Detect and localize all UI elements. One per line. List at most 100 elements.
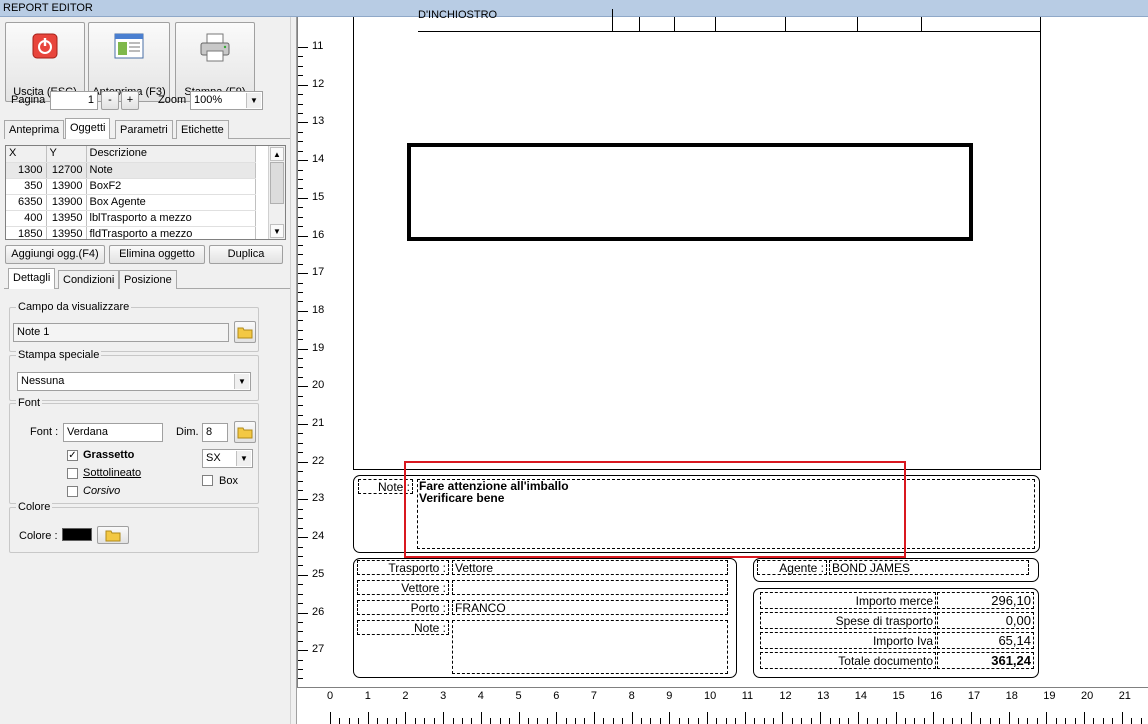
align-select[interactable]: SX ▼ bbox=[202, 449, 253, 468]
ruler-tick bbox=[688, 718, 690, 724]
folder-icon[interactable] bbox=[234, 421, 256, 443]
note2-field-box[interactable] bbox=[452, 620, 728, 674]
totals-label-box[interactable]: Totale documento bbox=[760, 652, 936, 669]
ruler-tick bbox=[298, 414, 303, 416]
ruler-label: 12 bbox=[779, 690, 792, 702]
tab-condizioni[interactable]: Condizioni bbox=[58, 270, 120, 289]
font-name-input[interactable]: Verdana bbox=[63, 423, 163, 442]
report-canvas[interactable]: D'INCHIOSTRO Note : Fare attenzione all'… bbox=[330, 9, 1148, 687]
preview-button[interactable]: Anteprima (F3) bbox=[88, 22, 170, 102]
ruler-tick bbox=[707, 712, 708, 724]
cell-descrizione: Note bbox=[86, 162, 256, 179]
ruler-tick bbox=[829, 718, 831, 724]
porto-field-box[interactable]: FRANCO bbox=[452, 600, 728, 615]
table-row[interactable]: 1300 12700 Note bbox=[6, 162, 256, 179]
totals-label-box[interactable]: Spese di trasporto bbox=[760, 612, 936, 629]
ruler-tick bbox=[298, 348, 308, 350]
ruler-tick bbox=[348, 718, 350, 724]
ruler-tick bbox=[298, 489, 303, 491]
col-header-y[interactable]: Y bbox=[46, 146, 87, 163]
totals-value-box[interactable]: 296,10 bbox=[937, 592, 1034, 609]
totals-label-box[interactable]: Importo merce bbox=[760, 592, 936, 609]
italic-checkbox[interactable] bbox=[67, 486, 78, 497]
ruler-label: 4 bbox=[477, 690, 484, 702]
col-header-descrizione[interactable]: Descrizione bbox=[86, 146, 256, 163]
table-scrollbar[interactable]: ▲ ▼ bbox=[268, 146, 285, 239]
table-row[interactable]: 6350 13900 Box Agente bbox=[6, 194, 256, 211]
ruler-tick bbox=[377, 718, 379, 724]
ruler-tick bbox=[298, 442, 303, 444]
trasporto-field-box[interactable]: Vettore bbox=[452, 560, 728, 575]
agente-field-box[interactable]: BOND JAMES bbox=[829, 560, 1029, 575]
detail-tabs: Dettagli Condizioni Posizione bbox=[4, 268, 290, 289]
ruler-tick bbox=[405, 712, 407, 724]
ruler-tick bbox=[961, 718, 963, 724]
stampa-speciale-select[interactable]: Nessuna ▼ bbox=[17, 372, 251, 391]
bold-checkbox[interactable]: ✓ bbox=[67, 450, 78, 461]
porto-label-box[interactable]: Porto : bbox=[357, 600, 449, 615]
color-swatch[interactable] bbox=[62, 528, 92, 541]
ruler-tick bbox=[1102, 718, 1104, 724]
scroll-down-icon[interactable]: ▼ bbox=[270, 224, 284, 238]
totals-label-box[interactable]: Importo Iva bbox=[760, 632, 936, 649]
divider bbox=[785, 17, 786, 32]
vettore-label-box[interactable]: Vettore : bbox=[357, 580, 449, 595]
table-row[interactable]: 1850 13950 fldTrasporto a mezzo bbox=[6, 226, 256, 239]
page-minus-button[interactable]: - bbox=[101, 91, 119, 110]
colore-label: Colore : bbox=[19, 530, 58, 542]
splitter[interactable] bbox=[290, 17, 297, 724]
add-object-button[interactable]: Aggiungi ogg.(F4) bbox=[5, 245, 105, 264]
thick-box[interactable] bbox=[407, 143, 973, 241]
vettore-field-box[interactable] bbox=[452, 580, 728, 595]
tab-anteprima[interactable]: Anteprima bbox=[4, 120, 65, 139]
ruler-tick bbox=[298, 310, 308, 312]
ruler-label: 24 bbox=[312, 530, 325, 543]
scroll-thumb[interactable] bbox=[270, 162, 284, 204]
ruler-tick bbox=[1074, 718, 1076, 724]
ruler-tick bbox=[744, 712, 746, 724]
table-row[interactable]: 350 13900 BoxF2 bbox=[6, 178, 256, 195]
agente-label-box[interactable]: Agente : bbox=[757, 560, 827, 575]
ruler-tick bbox=[298, 480, 303, 482]
ruler-tick bbox=[999, 718, 1001, 724]
ruler-tick bbox=[298, 603, 303, 604]
campo-input[interactable]: Note 1 bbox=[13, 323, 229, 342]
note2-label-box[interactable]: Note : bbox=[357, 620, 449, 635]
ruler-tick bbox=[358, 718, 360, 724]
folder-icon[interactable] bbox=[97, 526, 129, 544]
exit-button[interactable]: Uscita (ESC) bbox=[5, 22, 85, 102]
totals-value-box[interactable]: 65,14 bbox=[937, 632, 1034, 649]
page-input[interactable]: 1 bbox=[50, 91, 98, 110]
ruler-tick bbox=[298, 678, 303, 680]
trasporto-label-box[interactable]: Trasporto : bbox=[357, 560, 449, 575]
totale-documento-value: 361,24 bbox=[991, 653, 1031, 668]
ruler-tick bbox=[499, 718, 501, 724]
totals-value-box[interactable]: 0,00 bbox=[937, 612, 1034, 629]
col-header-x[interactable]: X bbox=[6, 146, 47, 163]
ruler-tick bbox=[857, 712, 859, 724]
delete-object-button[interactable]: Elimina oggetto bbox=[109, 245, 205, 264]
objects-table[interactable]: X Y Descrizione 1300 12700 Note 350 1390… bbox=[5, 145, 286, 240]
ruler-tick bbox=[1112, 718, 1114, 724]
tab-posizione[interactable]: Posizione bbox=[119, 270, 177, 289]
ruler-tick bbox=[298, 424, 308, 425]
totals-value-box[interactable]: 361,24 bbox=[937, 652, 1034, 669]
scroll-up-icon[interactable]: ▲ bbox=[270, 147, 284, 161]
ruler-tick bbox=[1046, 712, 1048, 724]
box-checkbox[interactable] bbox=[202, 475, 213, 486]
tab-oggetti[interactable]: Oggetti bbox=[65, 118, 111, 139]
font-size-input[interactable]: 8 bbox=[202, 423, 228, 442]
duplicate-button[interactable]: Duplica bbox=[209, 245, 283, 264]
tab-etichette[interactable]: Etichette bbox=[176, 120, 229, 139]
ruler-label: 19 bbox=[312, 341, 325, 354]
table-row[interactable]: 400 13950 lblTrasporto a mezzo bbox=[6, 210, 256, 227]
underline-checkbox[interactable] bbox=[67, 468, 78, 479]
page-plus-button[interactable]: + bbox=[121, 91, 139, 110]
zoom-select[interactable]: 100% ▼ bbox=[190, 91, 263, 110]
cell-x: 400 bbox=[6, 210, 47, 227]
folder-icon[interactable] bbox=[234, 321, 256, 343]
tab-dettagli[interactable]: Dettagli bbox=[8, 268, 56, 289]
ruler-tick bbox=[367, 712, 369, 724]
print-button[interactable]: Stampa (F9) bbox=[175, 22, 255, 102]
tab-parametri[interactable]: Parametri bbox=[115, 120, 173, 139]
